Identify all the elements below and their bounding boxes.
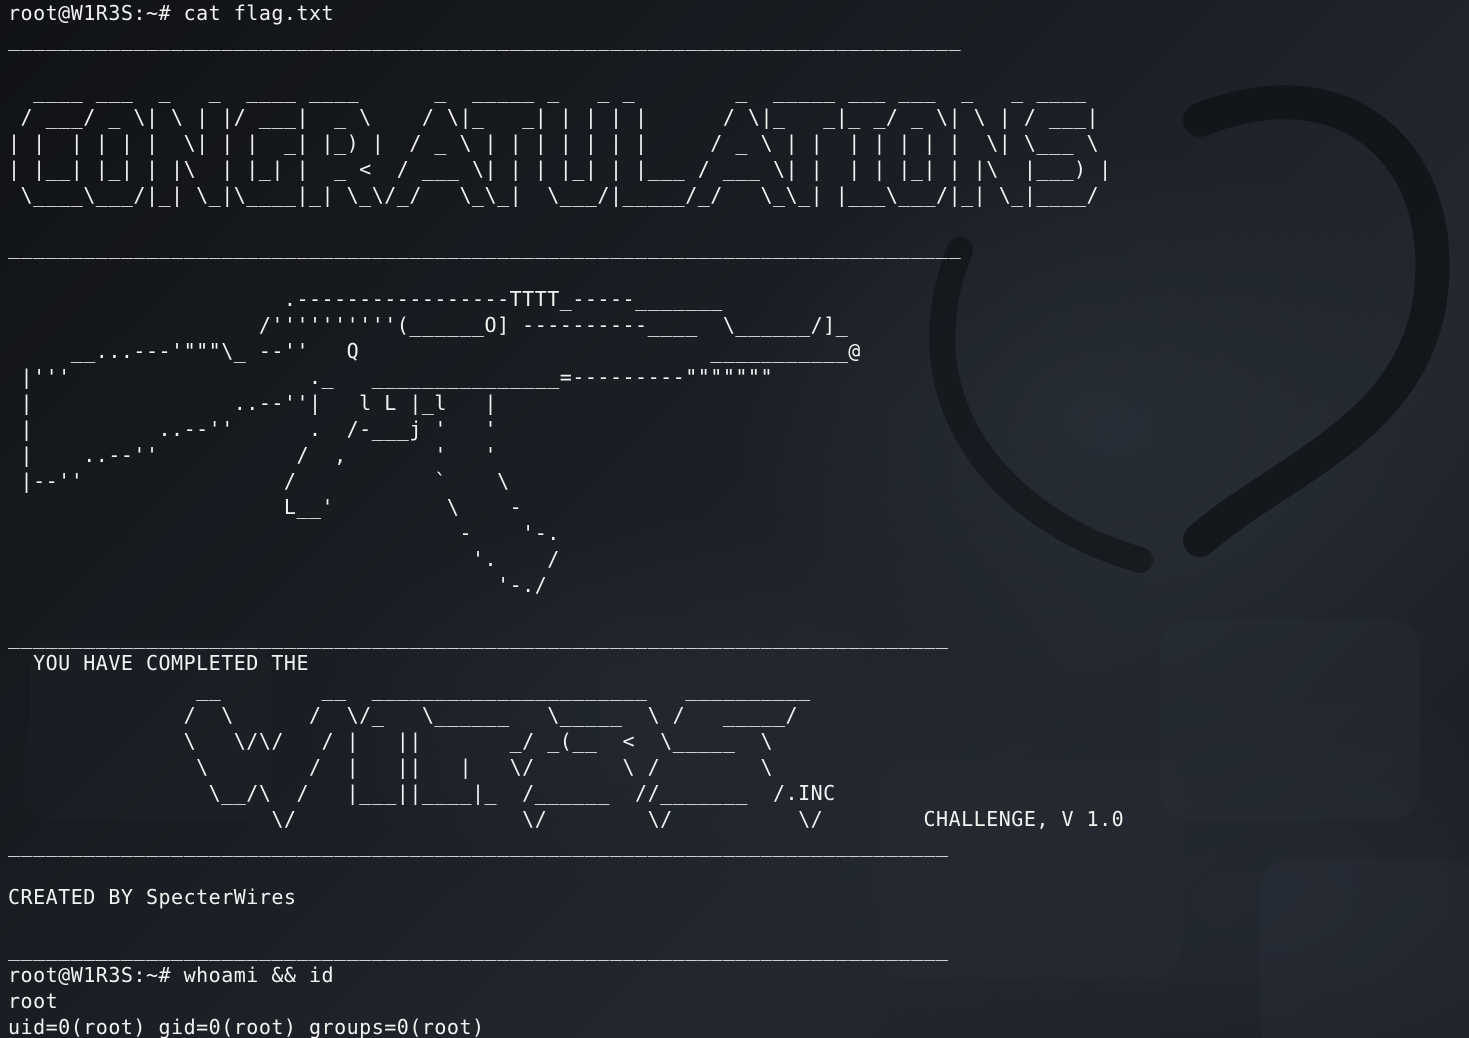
rifle-art-line: | ..--'' / , ' ' [8, 443, 498, 467]
rifle-art-line: - '-. [8, 521, 560, 545]
output-id: uid=0(root) gid=0(root) groups=0(root) [8, 1015, 485, 1038]
rifle-art-line: '-./ [8, 573, 548, 597]
wires-art-line: \ / | || | \/ \ / \ [8, 755, 774, 779]
congrats-art-line: \____\___/|_| \_|\____|_| \_\/_/ \_\_| \… [8, 183, 1100, 207]
rifle-art-line: '. / [8, 547, 560, 571]
command-whoami: whoami && id [183, 963, 335, 987]
congrats-art-line: | | | | | | \| | | _| |_) | / _ \ | | | … [8, 131, 1100, 155]
wires-art-line: / \ / \/_ \______ \_____ \ / _____/ [8, 703, 799, 727]
rifle-art-line: |--'' / ` \ [8, 469, 510, 493]
divider: ________________________________________… [8, 937, 949, 961]
prompt: root@W1R3S:~# [8, 963, 184, 987]
wires-art-line: __ __ ______________________ __________ [8, 677, 811, 701]
wires-art-line: \/ \/ \/ \/ [8, 807, 824, 831]
rifle-art-line: __...---'"""\_ --'' Q ___________@ [8, 339, 861, 363]
prompt: root@W1R3S:~# [8, 1, 184, 25]
command-cat-flag: cat flag.txt [183, 1, 335, 25]
credit-line: CREATED BY SpecterWires [8, 885, 297, 909]
rifle-art-line: |''' ._ _______________=---------""""""" [8, 365, 774, 389]
divider: ________________________________________… [8, 235, 962, 259]
rifle-art-line: | ..--'' . /-___j ' ' [8, 417, 498, 441]
divider: ________________________________________… [8, 625, 949, 649]
rifle-art-line: .-----------------TTTT_-----_______ [8, 287, 723, 311]
terminal-window[interactable]: root@W1R3S:~# cat flag.txt _____________… [0, 0, 1469, 1038]
divider: ________________________________________… [8, 27, 962, 51]
rifle-art-line: /''''''''''(______O] ----------____ \___… [8, 313, 849, 337]
wires-art-line: \__/\ / |___||____|_ /______ //_______ /… [8, 781, 836, 805]
congrats-art-line: | |__| |_| | |\ | |_| | _ < / ___ \| | |… [8, 157, 1112, 181]
output-user: root [8, 989, 59, 1013]
terminal-output[interactable]: root@W1R3S:~# cat flag.txt _____________… [8, 0, 1124, 1038]
wires-art-line: \ \/\/ / | || _/ _(__ < \_____ \ [8, 729, 774, 753]
rifle-art-line: L__' \ - [8, 495, 523, 519]
divider: ________________________________________… [8, 833, 949, 857]
rifle-art-line: | ..--''| l L |_l | [8, 391, 498, 415]
congrats-art-line: ____ ___ _ _ ____ ____ _ _____ _ _ _ _ _… [8, 79, 1087, 103]
congrats-art-line: / ___/ _ \| \ | |/ ___| _ \ / \|_ _| | |… [8, 105, 1100, 129]
challenge-version: CHALLENGE, V 1.0 [823, 807, 1125, 831]
completed-text: YOU HAVE COMPLETED THE [8, 651, 309, 675]
